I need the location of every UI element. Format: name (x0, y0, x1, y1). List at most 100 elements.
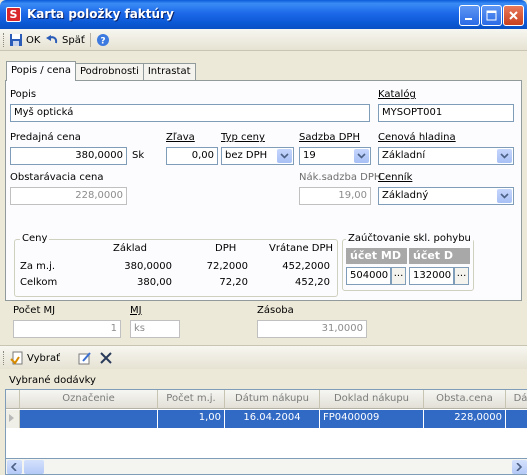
predajna-cena-input[interactable]: 380,0000 (10, 147, 127, 165)
prices-cell: 452,2000 (282, 261, 330, 272)
tab-podrobnosti[interactable]: Podrobnosti (74, 63, 144, 81)
obstaravacia-cena-label: Obstarávacia cena (10, 172, 104, 183)
katalog-input[interactable]: MYSOPT001 (378, 104, 514, 122)
zasoba-input: 31,0000 (257, 320, 367, 338)
select-button[interactable]: Vybrať (10, 350, 60, 366)
d-account-header: účet D (409, 248, 470, 264)
typ-ceny-select[interactable]: bez DPH (221, 147, 294, 165)
tab-panel: Popis Myš optická Katalóg MYSOPT001 Pred… (5, 80, 522, 301)
zlava-input[interactable]: 0,00 (166, 147, 218, 165)
d-account-input[interactable]: 132000 (409, 267, 454, 285)
title-bar[interactable]: S Karta položky faktúry (0, 0, 527, 29)
toolbar-grip[interactable] (3, 33, 6, 47)
chevron-right-icon (516, 463, 522, 471)
cennik-label: Cenník (378, 172, 413, 183)
cell-da[interactable] (506, 410, 527, 428)
cenova-hladina-select[interactable]: Základní (378, 147, 514, 165)
app-icon: S (6, 7, 21, 22)
minimize-button[interactable] (459, 5, 480, 26)
prices-header-dph: DPH (215, 243, 237, 254)
column-header-oznacenie[interactable]: Označenie (20, 390, 158, 409)
scroll-left-button[interactable] (7, 460, 22, 474)
maximize-icon (486, 10, 497, 21)
typ-ceny-dropdown-button[interactable] (277, 149, 292, 163)
tab-intrastat[interactable]: Intrastat (142, 63, 196, 81)
cenova-hladina-dropdown-button[interactable] (497, 149, 512, 163)
save-icon (10, 34, 22, 46)
toolbar: OK Späť ? (0, 29, 527, 51)
scrollbar-thumb[interactable] (24, 460, 44, 474)
select-label: Vybrať (27, 352, 60, 364)
close-button[interactable] (503, 5, 524, 26)
cell-pocet[interactable]: 1,00 (158, 410, 225, 428)
deliveries-toolbar: Vybrať (0, 345, 527, 369)
minimize-icon (465, 18, 472, 20)
cell-datum[interactable]: 16.04.2004 (225, 410, 320, 428)
edit-icon (78, 352, 91, 365)
cell-obsta-cena[interactable]: 228,0000 (424, 410, 506, 428)
cell-oznacenie[interactable] (20, 410, 158, 428)
cell-doklad[interactable]: FP0400009 (320, 410, 424, 428)
delete-button[interactable] (99, 350, 113, 366)
toolbar-grip[interactable] (3, 351, 6, 365)
md-account-picker-button[interactable]: ... (391, 267, 406, 285)
katalog-label: Katalóg (378, 89, 416, 100)
toolbar-separator (90, 33, 91, 47)
currency-label: Sk (132, 150, 145, 161)
row-pointer-icon (9, 414, 14, 422)
cennik-value: Základný (382, 190, 429, 201)
accounting-group-title: Zaúčtovanie skl. pohybu (346, 233, 473, 244)
prices-cell: 72,20 (219, 277, 248, 288)
prices-cell: 380,00 (137, 277, 172, 288)
sadzba-dph-dropdown-button[interactable] (354, 149, 369, 163)
deliveries-grid[interactable]: Označenie Počet m.j. Dátum nákupu Doklad… (5, 389, 527, 459)
tab-strip: Popis / cena Podrobnosti Intrastat (6, 61, 196, 81)
back-button[interactable]: Späť (45, 32, 85, 48)
md-account-header: účet MD (346, 248, 407, 264)
scroll-right-button[interactable] (512, 460, 527, 474)
horizontal-scrollbar[interactable] (5, 459, 527, 475)
popis-label: Popis (10, 89, 37, 100)
row-indicator[interactable] (6, 410, 20, 428)
sadzba-dph-value: 19 (303, 150, 316, 161)
chevron-down-icon (357, 153, 366, 159)
window-title: Karta položky faktúry (27, 7, 174, 21)
obstaravacia-cena-input: 228,0000 (10, 187, 127, 205)
sadzba-dph-select[interactable]: 19 (299, 147, 371, 165)
chevron-down-icon (500, 193, 509, 199)
zlava-label: Zľava (166, 132, 195, 143)
column-header-pocet[interactable]: Počet m.j. (158, 390, 225, 409)
back-label: Späť (62, 34, 85, 46)
nak-sadzba-input: 19,00 (299, 187, 371, 205)
edit-button[interactable] (78, 350, 92, 366)
help-button[interactable]: ? (96, 32, 110, 48)
chevron-left-icon (11, 463, 17, 471)
ok-button[interactable]: OK (9, 32, 40, 48)
cennik-select[interactable]: Základný (378, 187, 514, 205)
column-header-da[interactable]: Dá (506, 390, 527, 409)
pocet-mj-label: Počet MJ (13, 305, 55, 316)
column-header-datum[interactable]: Dátum nákupu (225, 390, 320, 409)
d-account-picker-button[interactable]: ... (454, 267, 469, 285)
pocet-mj-input: 1 (13, 320, 121, 338)
prices-group-title: Ceny (20, 233, 50, 244)
typ-ceny-value: bez DPH (225, 150, 268, 161)
maximize-button[interactable] (481, 5, 502, 26)
md-account-input[interactable]: 504000 (346, 267, 391, 285)
typ-ceny-label: Typ ceny (221, 132, 265, 143)
prices-header-vratane: Vrátane DPH (269, 243, 334, 254)
prices-row-label: Za m.j. (20, 261, 56, 272)
cennik-dropdown-button[interactable] (497, 189, 512, 203)
prices-cell: 72,2000 (206, 261, 248, 272)
select-icon (10, 351, 23, 365)
ok-label: OK (26, 34, 41, 46)
mj-input: ks (130, 320, 180, 338)
tab-popis-cena[interactable]: Popis / cena (6, 61, 76, 81)
prices-row-label: Celkom (20, 277, 58, 288)
column-header-obsta-cena[interactable]: Obsta.cena (424, 390, 506, 409)
prices-cell: 452,20 (295, 277, 330, 288)
popis-input[interactable]: Myš optická (10, 104, 370, 122)
column-header-doklad[interactable]: Doklad nákupu (320, 390, 424, 409)
invoice-item-window: S Karta položky faktúry OK Späť ? Popis … (0, 0, 527, 475)
svg-text:?: ? (100, 37, 105, 47)
